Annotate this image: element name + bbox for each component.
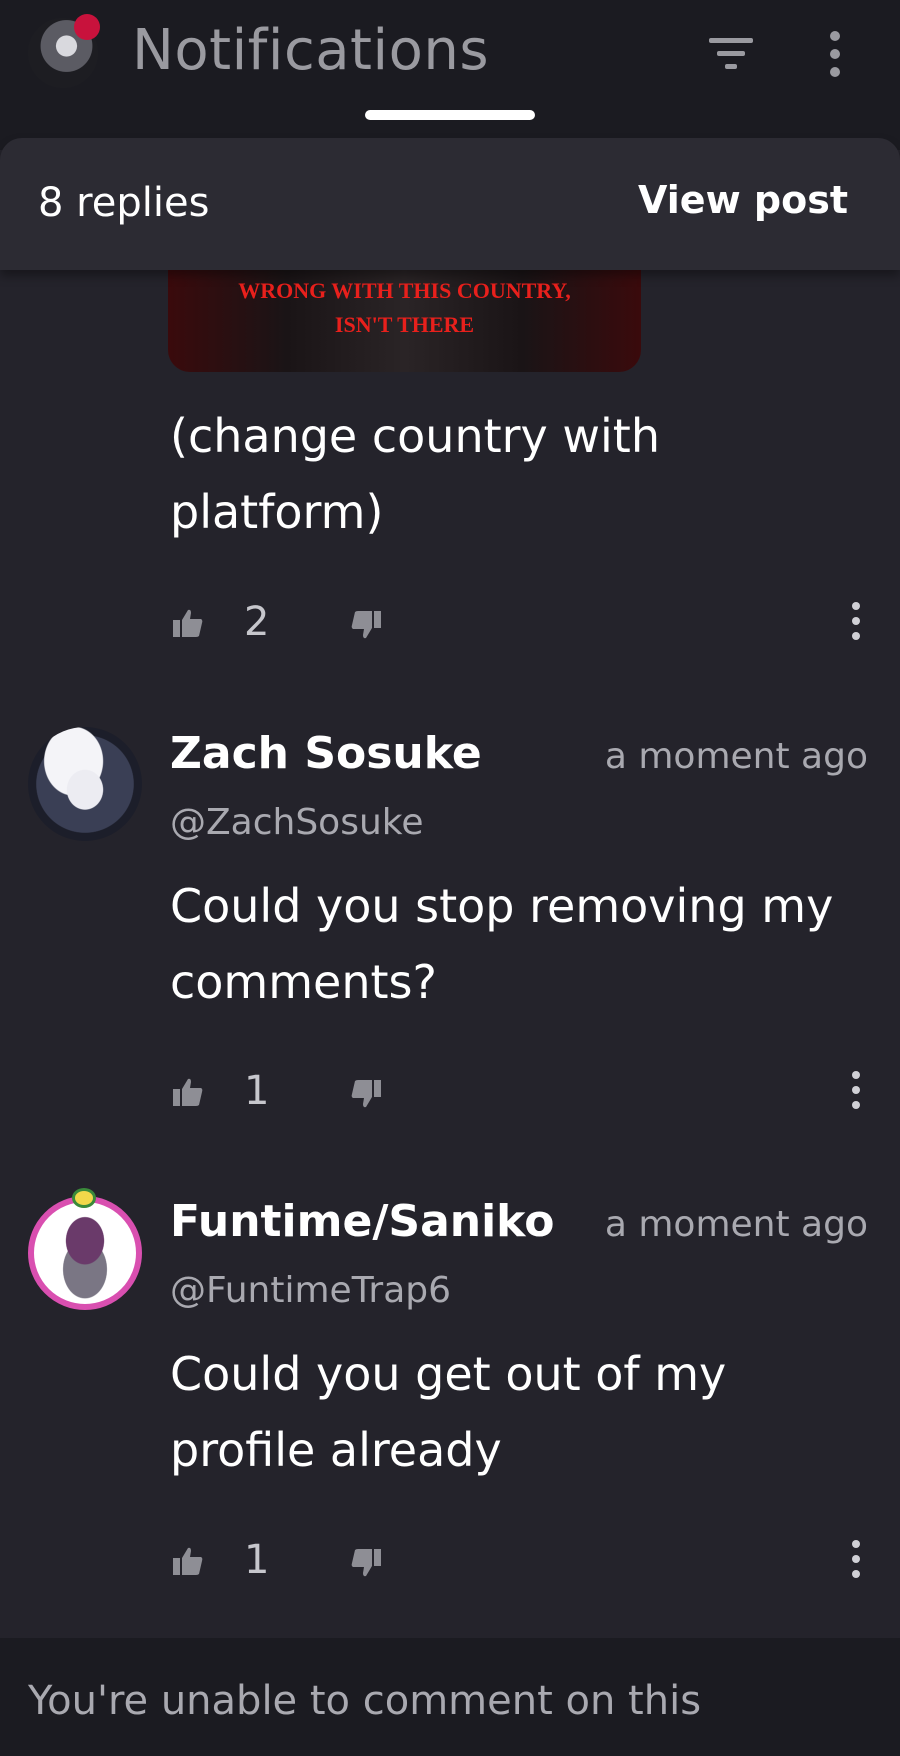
thumbs-up-icon[interactable]	[172, 607, 204, 639]
image-caption-line: ISN'T THERE	[334, 312, 475, 337]
page-title: Notifications	[132, 18, 489, 83]
replies-sheet-header: 8 replies View post	[0, 138, 900, 270]
comment-text: Could you get out of my profile already	[170, 1347, 727, 1477]
comment-disabled-message: You're unable to comment on this	[28, 1678, 702, 1724]
app-header: Notifications	[0, 0, 900, 150]
more-vertical-icon[interactable]	[849, 1539, 863, 1579]
notification-dot	[74, 14, 100, 40]
view-post-button[interactable]: View post	[638, 178, 848, 222]
tab-indicator	[365, 110, 535, 120]
comment-author-handle: @ZachSosuke	[170, 802, 424, 843]
image-caption-line: WRONG WITH THIS COUNTRY,	[238, 278, 571, 303]
thumbs-down-icon[interactable]	[350, 1547, 382, 1579]
comment-author-name[interactable]: Funtime/Saniko	[170, 1196, 554, 1247]
comment-timestamp: a moment ago	[604, 736, 868, 777]
more-vertical-icon[interactable]	[826, 30, 844, 78]
avatar[interactable]	[28, 727, 142, 841]
comment-actions: 1	[170, 1068, 870, 1120]
comment-actions: 1	[170, 1537, 870, 1589]
filter-icon[interactable]	[707, 34, 755, 74]
thumbs-down-icon[interactable]	[350, 609, 382, 641]
comment-author-name[interactable]: Zach Sosuke	[170, 728, 482, 779]
frog-badge-icon	[72, 1188, 96, 1208]
avatar[interactable]	[28, 1196, 142, 1310]
more-vertical-icon[interactable]	[849, 1070, 863, 1110]
replies-count: 8 replies	[38, 180, 210, 226]
comment-disabled-footer: You're unable to comment on this	[0, 1638, 900, 1756]
like-count: 1	[244, 1068, 270, 1114]
comment-author-handle: @FuntimeTrap6	[170, 1270, 452, 1311]
thumbs-down-icon[interactable]	[350, 1078, 382, 1110]
comment-actions: 2	[170, 599, 870, 651]
thumbs-up-icon[interactable]	[172, 1076, 204, 1108]
thumbs-up-icon[interactable]	[172, 1545, 204, 1577]
comment-text: (change country with platform)	[170, 409, 660, 539]
more-vertical-icon[interactable]	[849, 601, 863, 641]
like-count: 1	[244, 1537, 270, 1583]
like-count: 2	[244, 599, 270, 645]
comment-text: Could you stop removing my comments?	[170, 879, 834, 1009]
user-avatar-icon[interactable]	[28, 14, 100, 88]
comment-timestamp: a moment ago	[604, 1204, 868, 1245]
